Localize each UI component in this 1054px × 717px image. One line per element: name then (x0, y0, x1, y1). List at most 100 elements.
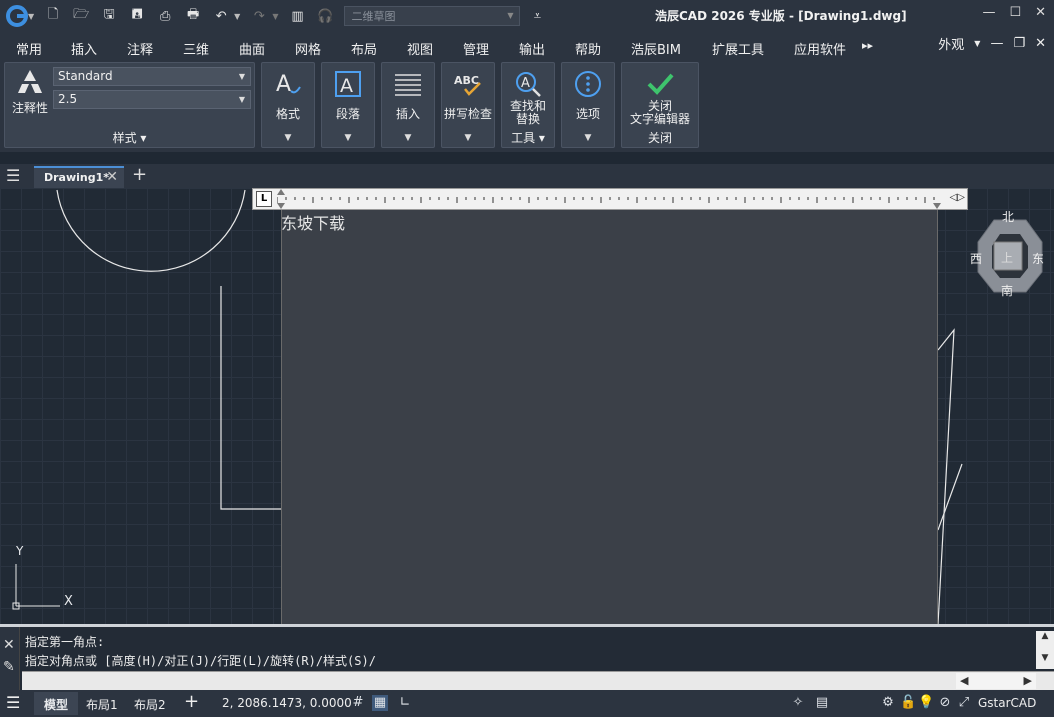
grid-icon[interactable]: # (350, 695, 366, 711)
viewcube[interactable]: 北 南 东 西 上 (970, 210, 1050, 302)
insert-button[interactable]: 插入 ▼ (381, 62, 435, 148)
new-icon[interactable]: 🗋 (42, 5, 64, 27)
tab-home[interactable]: 常用 (16, 39, 42, 58)
annotation-scale-icon[interactable]: ✧ (790, 695, 806, 711)
tab-manage[interactable]: 管理 (463, 39, 489, 58)
undo-chevron-icon[interactable]: ▼ (234, 12, 240, 21)
mtext-editor-area[interactable] (281, 210, 938, 624)
tab-annotate[interactable]: 注释 (127, 39, 153, 58)
ruler-width-toggle[interactable]: ◁▷ (950, 192, 965, 203)
ribbon-minimize-icon[interactable]: — (990, 36, 1003, 51)
publish-icon[interactable]: ⎙ (154, 5, 176, 27)
undo-icon[interactable]: ↶ (210, 5, 232, 27)
logo-icon[interactable] (6, 5, 28, 27)
text-style-select[interactable]: Standard ▼ (53, 67, 251, 86)
compass-south[interactable]: 南 (1001, 282, 1013, 299)
scroll-up-icon[interactable]: ▲ (1036, 631, 1054, 641)
app-menu-chevron-icon[interactable]: ▼ (28, 12, 34, 21)
save-icon[interactable]: 🖫 (98, 5, 120, 27)
tab-3d[interactable]: 三维 (183, 39, 209, 58)
viewcube-top-face[interactable]: 上 (1001, 249, 1013, 266)
minimize-icon[interactable]: — (982, 5, 995, 20)
find-replace-button[interactable]: A 查找和 替换 工具 ▾ (501, 62, 555, 148)
customize-qa-icon[interactable]: ⩡ (526, 5, 548, 27)
scroll-right-icon[interactable]: ▶ (1024, 674, 1032, 687)
drawing-canvas[interactable]: Y X 东坡下载 L ◁▷ 北 南 东 西 上 (0, 188, 1054, 624)
format-button[interactable]: A 格式 ▼ (261, 62, 315, 148)
ribbon-close-icon[interactable]: ✕ (1035, 36, 1046, 51)
maximize-icon[interactable]: ☐ (1009, 5, 1021, 20)
tab-layout2[interactable]: 布局2 (134, 696, 166, 713)
command-vertical-scrollbar[interactable]: ▲ ▼ (1036, 631, 1054, 669)
tab-layout1[interactable]: 布局1 (86, 696, 118, 713)
workspace-select[interactable]: 二维草图 ▼ (344, 6, 521, 26)
saveas-icon[interactable]: 🖪 (126, 5, 148, 27)
isolate-icon[interactable]: ⊘ (937, 695, 953, 711)
compass-north[interactable]: 北 (1002, 208, 1014, 225)
print-icon[interactable]: 🖶 (182, 5, 204, 27)
annotative-label[interactable]: 注释性 (9, 101, 51, 115)
spellcheck-button[interactable]: ABC 拼写检查 ▼ (441, 62, 495, 148)
library-icon[interactable]: ▥ (286, 5, 308, 27)
ruler-ticks (277, 189, 941, 209)
tab-extensions[interactable]: 扩展工具 (712, 39, 764, 58)
mtext-ruler[interactable]: L ◁▷ (252, 188, 968, 210)
ortho-icon[interactable]: ∟ (397, 695, 413, 711)
tab-help[interactable]: 帮助 (575, 39, 601, 58)
command-horizontal-scrollbar[interactable]: ◀ ▶ (956, 673, 1036, 689)
clean-screen-icon[interactable]: ⤢ (956, 695, 972, 711)
appearance-menu[interactable]: 外观 ▼ — ❐ ✕ (938, 34, 1046, 53)
close-tab-icon[interactable]: ✕ (106, 169, 118, 185)
command-input[interactable]: ◀ ▶ (22, 671, 1054, 690)
gear-icon[interactable]: ⚙ (880, 695, 896, 711)
headset-icon[interactable]: 🎧 (314, 5, 336, 27)
add-layout-icon[interactable]: + (184, 691, 199, 712)
open-icon[interactable]: 🗁 (70, 5, 92, 27)
file-tab-drawing1[interactable]: Drawing1* ✕ (34, 166, 124, 188)
hamburger-menu-icon[interactable]: ☰ (6, 693, 20, 712)
tab-mesh[interactable]: 网格 (295, 39, 321, 58)
tab-view[interactable]: 视图 (407, 39, 433, 58)
tab-overflow-icon[interactable]: ▸▸ (862, 39, 873, 52)
style-panel: 注释性 Standard ▼ 2.5 ▼ 样式 ▾ (4, 62, 255, 148)
tab-type-button[interactable]: L (256, 191, 272, 207)
text-height-select[interactable]: 2.5 ▼ (53, 90, 251, 109)
tab-layout[interactable]: 布局 (351, 39, 377, 58)
style-group-label[interactable]: 样式 ▾ (5, 131, 254, 145)
redo-chevron-icon[interactable]: ▼ (272, 12, 278, 21)
close-text-editor-button[interactable]: 关闭 文字编辑器 关闭 (621, 62, 699, 148)
redo-icon[interactable]: ↷ (248, 5, 270, 27)
close-icon[interactable]: ✕ (1035, 5, 1046, 20)
tab-insert[interactable]: 插入 (71, 39, 97, 58)
coordinate-readout[interactable]: 2, 2086.1473, 0.0000 (222, 696, 352, 710)
annotative-icon[interactable] (15, 67, 45, 97)
compass-east[interactable]: 东 (1032, 250, 1044, 267)
tab-model[interactable]: 模型 (34, 692, 78, 715)
add-tab-icon[interactable]: + (132, 164, 147, 185)
properties-icon[interactable]: ▤ (814, 695, 830, 711)
svg-text:A: A (340, 75, 353, 97)
chevron-down-icon: ▼ (507, 11, 514, 20)
tools-group-label[interactable]: 工具 ▾ (502, 131, 554, 145)
circle-arc (56, 189, 246, 272)
close-icon[interactable]: ✕ (3, 637, 15, 653)
scroll-down-icon[interactable]: ▼ (1036, 653, 1054, 663)
tab-bim[interactable]: 浩辰BIM (631, 39, 681, 58)
paragraph-icon: A (335, 71, 361, 97)
bulb-icon[interactable]: 💡 (918, 695, 934, 711)
compass-west[interactable]: 西 (970, 250, 982, 267)
paragraph-button[interactable]: A 段落 ▼ (321, 62, 375, 148)
tab-output[interactable]: 输出 (519, 39, 545, 58)
pencil-icon[interactable]: ✎ (3, 659, 15, 675)
title-bar: ▼ 🗋 🗁 🖫 🖪 ⎙ 🖶 ↶ ▼ ↷ ▼ ▥ 🎧 二维草图 ▼ ⩡ 浩辰CAD… (0, 0, 1054, 32)
ribbon-restore-icon[interactable]: ❐ (1013, 36, 1025, 51)
ribbon: 注释性 Standard ▼ 2.5 ▼ 样式 ▾ A 格式 ▼ A 段落 ▼ (0, 60, 1054, 152)
mtext-content[interactable]: 东坡下载 (281, 210, 345, 234)
snap-icon[interactable]: ▦ (372, 695, 388, 711)
hamburger-menu-icon[interactable]: ☰ (6, 166, 20, 185)
tab-apps[interactable]: 应用软件 (794, 39, 846, 58)
scroll-left-icon[interactable]: ◀ (960, 674, 968, 687)
lock-icon[interactable]: 🔓 (900, 695, 916, 711)
tab-surface[interactable]: 曲面 (239, 39, 265, 58)
options-button[interactable]: 选项 ▼ (561, 62, 615, 148)
